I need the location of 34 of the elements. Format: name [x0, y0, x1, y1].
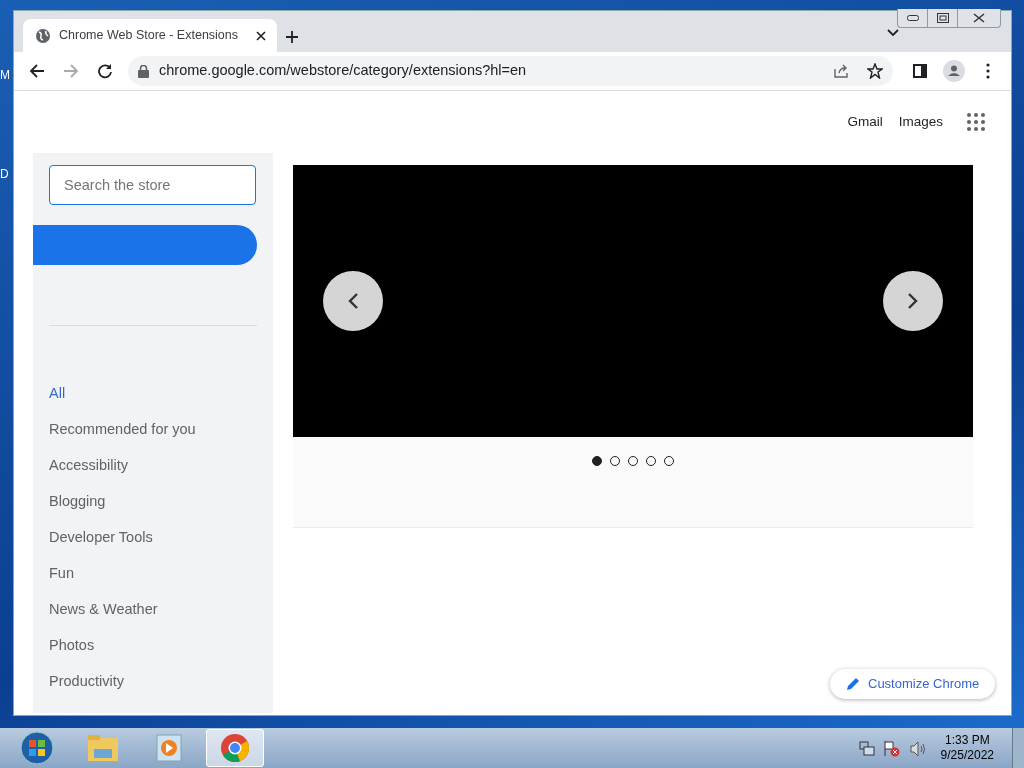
desktop-icon-label: M — [0, 67, 10, 84]
globe-icon — [35, 27, 51, 44]
chevron-right-icon[interactable] — [883, 271, 943, 331]
category-link[interactable]: Developer Tools — [49, 519, 153, 555]
lock-icon — [138, 64, 149, 78]
search-field[interactable]: Search the store — [49, 165, 256, 205]
chevron-down-icon[interactable] — [887, 29, 899, 37]
star-icon[interactable] — [867, 63, 883, 79]
tab-title: Chrome Web Store - Extensions — [59, 27, 239, 45]
share-icon[interactable] — [833, 63, 849, 79]
header-link[interactable]: Gmail — [847, 111, 883, 133]
category-link[interactable]: Photos — [49, 627, 95, 663]
browser-tab[interactable]: Chrome Web Store - Extensions — [23, 19, 277, 52]
desktop-icon-label: D — [0, 166, 9, 183]
header-link[interactable]: Images — [898, 111, 943, 133]
new-tab-icon[interactable] — [285, 30, 299, 44]
pencil-icon — [846, 677, 860, 691]
category-link[interactable]: Fun — [49, 555, 74, 591]
category-link[interactable]: Recommended for you — [49, 411, 196, 447]
carousel-dot[interactable] — [592, 456, 602, 466]
address-bar[interactable]: chrome.google.com/webstore/category/extensions?hl=en — [128, 56, 893, 86]
close-icon[interactable] — [255, 29, 267, 42]
clock-time[interactable]: 1:33 PM — [940, 733, 994, 748]
category-link[interactable]: Productivity — [49, 663, 124, 699]
category-link[interactable]: News & Weather — [49, 591, 158, 627]
category-link[interactable]: Accessibility — [49, 447, 128, 483]
apps-grid-icon[interactable] — [967, 113, 985, 131]
chrome-logo-icon[interactable] — [206, 729, 264, 767]
clock-date[interactable]: 9/25/2022 — [940, 748, 994, 763]
category-link[interactable]: Blogging — [49, 483, 106, 519]
customize-chrome-button[interactable]: Customize Chrome — [830, 669, 996, 699]
chevron-left-icon[interactable] — [323, 271, 383, 331]
category-link[interactable]: All — [49, 375, 66, 411]
url-text: chrome.google.com/webstore/category/extensions?hl=en — [159, 61, 528, 81]
